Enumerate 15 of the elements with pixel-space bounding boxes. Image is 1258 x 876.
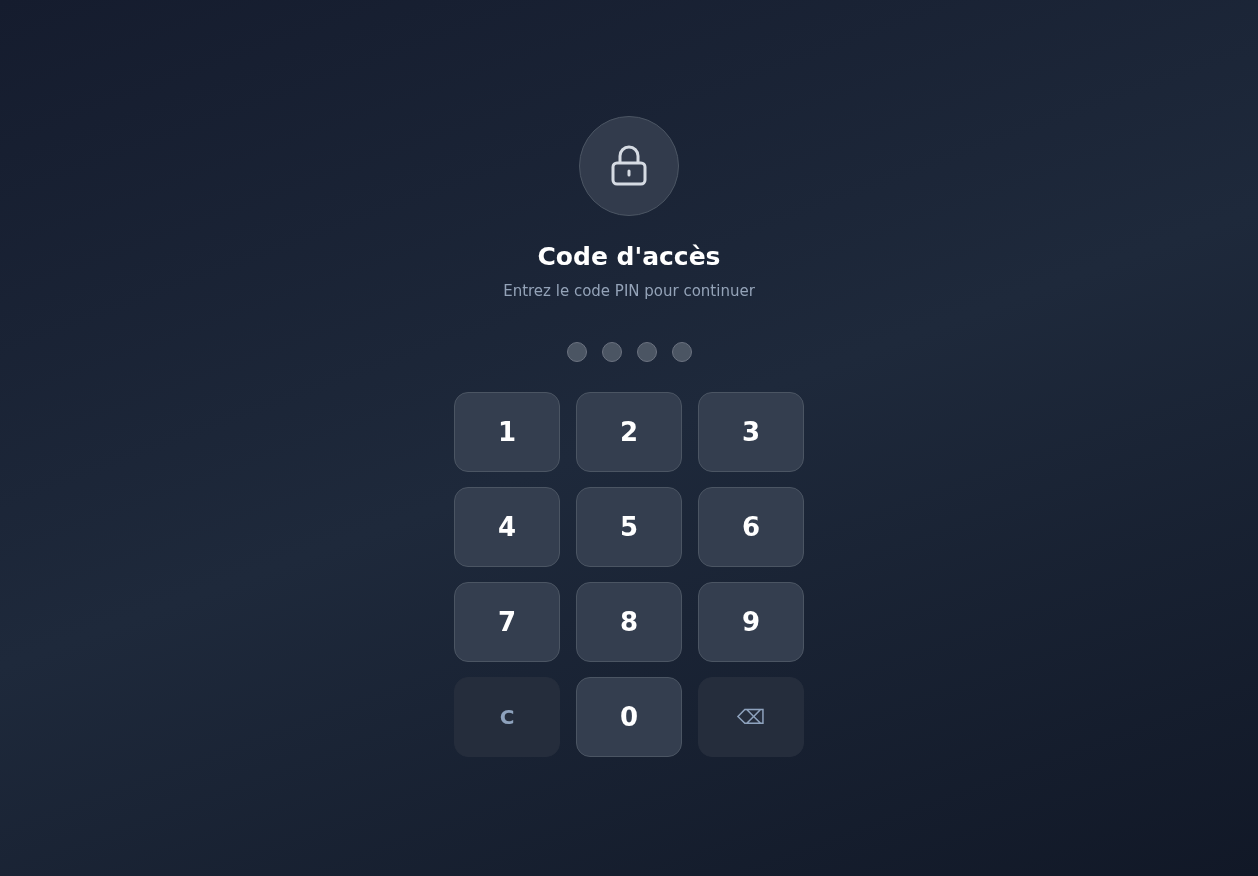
backspace-key[interactable]: ⌫ [698,677,804,757]
digit-key[interactable]: 7 [454,582,560,662]
digit-key[interactable]: 4 [454,487,560,567]
digit-key[interactable]: 1 [454,392,560,472]
clear-key[interactable]: C [454,677,560,757]
title: Code d'accès [537,241,721,273]
digit-key[interactable]: 5 [576,487,682,567]
padlock-icon [610,145,648,187]
digit-key[interactable]: 6 [698,487,804,567]
digit-key[interactable]: 2 [576,392,682,472]
subtitle: Entrez le code PIN pour continuer [503,281,755,302]
digit-key[interactable]: 3 [698,392,804,472]
digit-key[interactable]: 8 [576,582,682,662]
digit-key[interactable]: 0 [576,677,682,757]
digit-key[interactable]: 9 [698,582,804,662]
